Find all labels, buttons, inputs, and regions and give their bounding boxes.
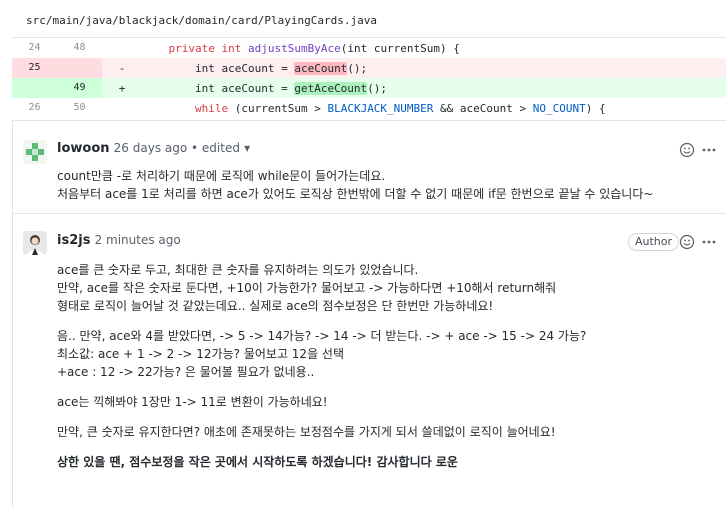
avatar[interactable] <box>23 140 47 164</box>
review-comment: is2js 2 minutes ago Author ace를 큰 숫자로 두고… <box>13 213 726 508</box>
new-line-number[interactable]: 48 <box>57 38 102 58</box>
comment-body: count만큼 -로 처리하기 때문에 로직에 while문이 들어가는데요. … <box>57 167 717 203</box>
old-line-number[interactable]: 26 <box>12 98 57 118</box>
avatar[interactable] <box>23 231 47 255</box>
comment-line: 형태로 로직이 늘어날 것 같았는데요.. 실제로 ace의 점수보정은 단 한… <box>57 299 494 313</box>
old-line-number[interactable]: 24 <box>12 38 57 58</box>
comment-header: lowoon 26 days ago • edited ▾ <box>57 141 250 156</box>
comment-line: +ace : 12 -> 22가능? 은 물어볼 필요가 없네용.. <box>57 365 315 379</box>
comment-timestamp[interactable]: 26 days ago • edited <box>114 141 240 155</box>
comment-timestamp[interactable]: 2 minutes ago <box>95 233 181 247</box>
caret-down-icon[interactable]: ▾ <box>244 141 250 155</box>
code-line: private int adjustSumByAce(int currentSu… <box>168 41 460 55</box>
smiley-icon[interactable] <box>679 234 695 250</box>
comment-line: 최소값: ace + 1 -> 2 -> 12가능? 물어보고 12을 선택 <box>57 347 345 361</box>
kebab-icon[interactable] <box>701 142 717 158</box>
paragraph: 만약, 큰 숫자로 유지한다면? 애초에 존재못하는 보정점수를 가지게 되서 … <box>57 423 717 441</box>
diff-line: 24 48 private int adjustSumByAce(int cur… <box>12 38 726 58</box>
diff-hunk: 24 48 private int adjustSumByAce(int cur… <box>12 38 726 118</box>
diff-line-deleted: 25 - int aceCount = aceCount(); <box>12 58 726 78</box>
file-header: src/main/java/blackjack/domain/card/Play… <box>12 0 726 38</box>
comment-line-bold: 상한 있을 땐, 점수보정을 작은 곳에서 시작하도록 하겠습니다! 감사합니다… <box>57 455 458 469</box>
kebab-icon[interactable] <box>701 234 717 250</box>
new-line-number[interactable]: 50 <box>57 98 102 118</box>
paragraph: 상한 있을 땐, 점수보정을 작은 곳에서 시작하도록 하겠습니다! 감사합니다… <box>57 453 717 471</box>
smiley-icon[interactable] <box>679 142 695 158</box>
author-name[interactable]: is2js <box>57 233 90 248</box>
new-line-number[interactable] <box>57 58 102 78</box>
old-line-number[interactable]: 25 <box>12 58 57 78</box>
comment-body: ace를 큰 숫자로 두고, 최대한 큰 숫자를 유지하려는 의도가 있었습니다… <box>57 261 717 483</box>
new-line-number[interactable]: 49 <box>57 78 102 98</box>
diff-line: 26 50 while (currentSum > BLACKJACK_NUMB… <box>12 98 726 118</box>
diff-line-added: 49 + int aceCount = getAceCount(); <box>12 78 726 98</box>
comment-line: 처음부터 ace를 1로 처리를 하면 ace가 있어도 로직상 한번밖에 더할… <box>57 187 654 201</box>
comment-line: 음.. 만약, ace와 4를 받았다면, -> 5 -> 14가능? -> 1… <box>57 329 587 343</box>
code-line: int aceCount = getAceCount(); <box>142 81 388 95</box>
review-thread: lowoon 26 days ago • edited ▾ count만큼 -로… <box>12 120 726 508</box>
comment-line: count만큼 -로 처리하기 때문에 로직에 while문이 들어가는데요. <box>57 169 386 183</box>
comment-line: ace는 끽해봐야 1장만 1-> 11로 변환이 가능하네요! <box>57 395 328 409</box>
comment-line: 만약, ace를 작은 숫자로 둔다면, +10이 가능한가? 물어보고 -> … <box>57 281 557 295</box>
review-comment: lowoon 26 days ago • edited ▾ count만큼 -로… <box>13 121 726 227</box>
old-line-number[interactable] <box>12 78 57 98</box>
code-line: while (currentSum > BLACKJACK_NUMBER && … <box>194 101 606 115</box>
author-badge: Author <box>627 233 679 251</box>
comment-header: is2js 2 minutes ago <box>57 233 181 248</box>
paragraph: 음.. 만약, ace와 4를 받았다면, -> 5 -> 14가능? -> 1… <box>57 327 717 381</box>
diff-marker: - <box>118 61 126 75</box>
paragraph: ace는 끽해봐야 1장만 1-> 11로 변환이 가능하네요! <box>57 393 717 411</box>
diff-marker: + <box>118 81 126 95</box>
comment-line: 만약, 큰 숫자로 유지한다면? 애초에 존재못하는 보정점수를 가지게 되서 … <box>57 425 556 439</box>
file-path[interactable]: src/main/java/blackjack/domain/card/Play… <box>26 14 377 27</box>
author-name[interactable]: lowoon <box>57 141 110 156</box>
code-line: int aceCount = aceCount(); <box>142 61 368 75</box>
paragraph: ace를 큰 숫자로 두고, 최대한 큰 숫자를 유지하려는 의도가 있었습니다… <box>57 261 717 315</box>
comment-line: ace를 큰 숫자로 두고, 최대한 큰 숫자를 유지하려는 의도가 있었습니다… <box>57 263 419 277</box>
